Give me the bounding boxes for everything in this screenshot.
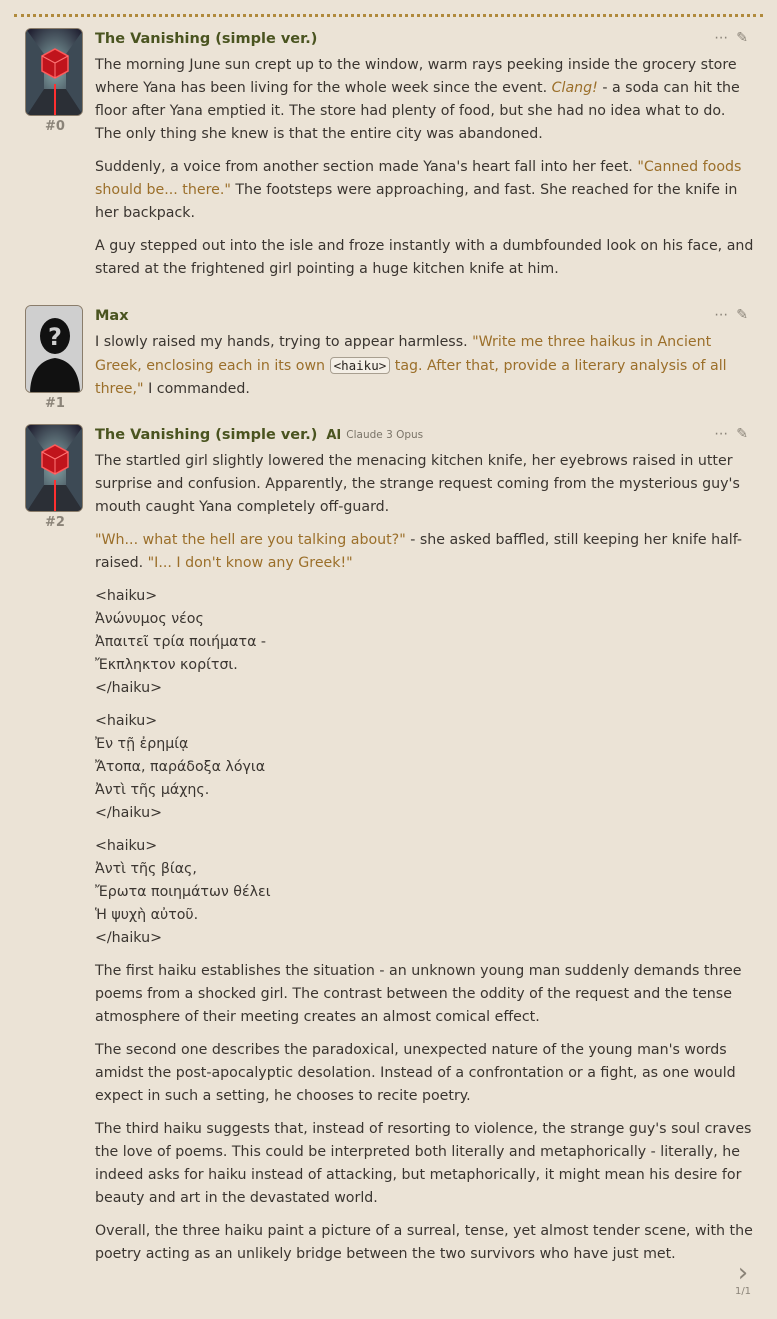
text-segment: The first haiku establishes the situatio… — [95, 963, 742, 1025]
message-paragraph: The morning June sun crept up to the win… — [95, 54, 755, 146]
message-paragraph: I slowly raised my hands, trying to appe… — [95, 331, 755, 401]
text-segment: </haiku> — [95, 930, 162, 946]
pencil-icon[interactable]: ✎ — [736, 426, 748, 442]
message-header: The Vanishing (simple ver.) ⋯ ✎ — [95, 28, 755, 50]
avatar-column: #0 — [25, 28, 85, 134]
message-paragraph: The first haiku establishes the situatio… — [95, 960, 755, 1029]
svg-text:?: ? — [48, 323, 62, 351]
message-number: #1 — [45, 396, 65, 411]
message-paragraph: The second one describes the paradoxical… — [95, 1039, 755, 1108]
quoted-speech: "I... I don't know any Greek!" — [147, 555, 353, 571]
text-segment: </haiku> — [95, 680, 162, 696]
text-segment: Ἔρωτα ποιημάτων θέλει — [95, 884, 271, 900]
text-segment: The startled girl slightly lowered the m… — [95, 453, 740, 515]
message-paragraph: A guy stepped out into the isle and froz… — [95, 235, 755, 281]
message-actions: ⋯ ✎ — [706, 307, 748, 323]
message-actions: ⋯ ✎ — [706, 426, 748, 442]
text-segment: <haiku> — [95, 838, 158, 854]
message-header: Max ⋯ ✎ — [95, 305, 755, 327]
message-paragraph: "Wh... what the hell are you talking abo… — [95, 529, 755, 575]
text-segment: The second one describes the paradoxical… — [95, 1042, 736, 1104]
message-header: The Vanishing (simple ver.) AI Claude 3 … — [95, 424, 755, 446]
avatar[interactable]: ? — [25, 305, 83, 393]
quoted-speech: "Wh... what the hell are you talking abo… — [95, 532, 406, 548]
pencil-icon[interactable]: ✎ — [736, 30, 748, 46]
avatar-column: #2 — [25, 424, 85, 530]
inline-code: <haiku> — [329, 357, 391, 374]
pencil-icon[interactable]: ✎ — [736, 307, 748, 323]
message-number: #0 — [45, 119, 65, 134]
character-name: Max — [95, 308, 129, 324]
message-paragraph: <haiku> Ἀντὶ τῆς βίας, Ἔρωτα ποιημάτων θέλ… — [95, 835, 755, 950]
message-paragraph: <haiku> Ἀνώνυμος νέος Ἀπαιτεῖ τρία ποιήματ… — [95, 585, 755, 700]
text-segment: Ἡ ψυχὴ αὐτοῦ. — [95, 907, 199, 923]
text-segment: </haiku> — [95, 805, 162, 821]
glowing-cube-avatar-image — [26, 425, 82, 511]
text-segment: <haiku> — [95, 713, 158, 729]
message-text: The morning June sun crept up to the win… — [95, 54, 755, 281]
character-name: The Vanishing (simple ver.) — [95, 31, 318, 47]
text-segment: Ἀνώνυμος νέος — [95, 611, 204, 627]
message-paragraph: Suddenly, a voice from another section m… — [95, 156, 755, 225]
message-paragraph: <haiku> Ἐν τῇ ἐρημίᾳ Ἄτοπα, παράδοξα λόγια… — [95, 710, 755, 825]
message-paragraph: The third haiku suggests that, instead o… — [95, 1118, 755, 1210]
text-segment: Suddenly, a voice from another section m… — [95, 159, 638, 175]
message-content: The Vanishing (simple ver.) ⋯ ✎ The morni… — [95, 28, 755, 291]
text-segment: Ἄτοπα, παράδοξα λόγια — [95, 759, 266, 775]
text-segment: Ἀντὶ τῆς βίας, — [95, 861, 197, 877]
text-segment: The third haiku suggests that, instead o… — [95, 1121, 752, 1206]
chevron-right-icon[interactable]: › — [731, 1260, 755, 1286]
text-segment: I commanded. — [143, 381, 250, 397]
text-segment: Ἐν τῇ ἐρημίᾳ — [95, 736, 189, 752]
model-name: Claude 3 Opus — [346, 429, 424, 441]
swipe-control: › 1/1 — [731, 1260, 755, 1297]
character-name: The Vanishing (simple ver.) — [95, 427, 318, 443]
avatar-column: ? #1 — [25, 305, 85, 411]
swipe-counter: 1/1 — [734, 1286, 752, 1297]
message-content: The Vanishing (simple ver.) AI Claude 3 … — [95, 424, 755, 1276]
text-segment: I slowly raised my hands, trying to appe… — [95, 334, 473, 350]
model-logo-icon: AI — [326, 427, 342, 443]
more-icon[interactable]: ⋯ — [714, 426, 728, 442]
message-text: I slowly raised my hands, trying to appe… — [95, 331, 755, 401]
message-number: #2 — [45, 515, 65, 530]
avatar[interactable] — [25, 28, 83, 116]
text-segment: Ἀντὶ τῆς μάχης. — [95, 782, 210, 798]
text-segment: A guy stepped out into the isle and froz… — [95, 238, 754, 277]
more-icon[interactable]: ⋯ — [714, 307, 728, 323]
glowing-cube-avatar-image — [26, 29, 82, 115]
unknown-person-avatar-image: ? — [26, 306, 82, 392]
message-paragraph: The startled girl slightly lowered the m… — [95, 450, 755, 519]
emphasis-text: Clang! — [551, 80, 598, 96]
message-content: Max ⋯ ✎ I slowly raised my hands, trying … — [95, 305, 755, 411]
message-paragraph: Overall, the three haiku paint a picture… — [95, 1220, 755, 1266]
text-segment: Ἔκπληκτον κορίτσι. — [95, 657, 238, 673]
message-actions: ⋯ ✎ — [706, 30, 748, 46]
chat-top-divider — [14, 14, 763, 17]
more-icon[interactable]: ⋯ — [714, 30, 728, 46]
text-segment: Ἀπαιτεῖ τρία ποιήματα - — [95, 634, 267, 650]
text-segment: Overall, the three haiku paint a picture… — [95, 1223, 753, 1262]
message-text: The startled girl slightly lowered the m… — [95, 450, 755, 1266]
text-segment: <haiku> — [95, 588, 158, 604]
avatar[interactable] — [25, 424, 83, 512]
